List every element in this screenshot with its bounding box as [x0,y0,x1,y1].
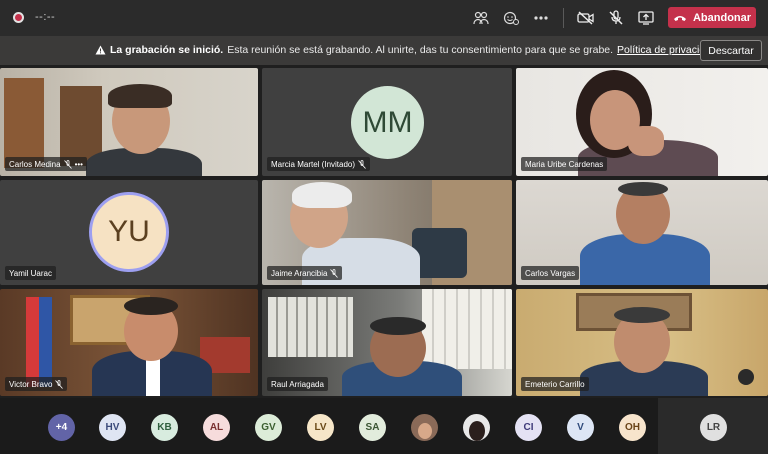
share-screen-icon[interactable] [635,7,657,29]
roster-avatar[interactable]: GV [255,414,282,441]
roster-avatar[interactable]: CI [515,414,542,441]
video-tile-maria-uribe[interactable]: Maria Uribe Cardenas [516,68,768,176]
roster-avatar[interactable]: SA [359,414,386,441]
video-tile-yamil-uarac[interactable]: YU Yamil Uarac [0,180,258,285]
camera-off-icon[interactable] [575,7,597,29]
more-icon[interactable] [530,7,552,29]
dismiss-button[interactable]: Descartar [700,40,762,61]
mic-off-icon [358,159,366,169]
banner-message: Esta reunión se está grabando. Al unirte… [227,44,614,56]
avatar: YU [89,192,169,272]
people-icon[interactable] [470,7,492,29]
mic-off-icon[interactable] [605,7,627,29]
roster-avatar[interactable]: AL [203,414,230,441]
participant-name-tag: Carlos Medina ••• [5,157,87,171]
leave-label: Abandonar [692,11,752,24]
recording-indicator-icon [13,12,24,23]
participant-name-tag: Carlos Vargas [521,266,580,280]
video-tile-marcia-martel[interactable]: MM Marcia Martel (Invitado) [262,68,512,176]
roster-avatar[interactable]: HV [99,414,126,441]
chair-background [412,228,467,278]
video-tile-emeterio-carrillo[interactable]: Emeterio Carrillo [516,289,768,396]
mic-off-icon [63,159,72,169]
participant-name-tag: Marcia Martel (Invitado) [267,157,371,171]
roster-avatar[interactable]: V [567,414,594,441]
participant-more-icon[interactable]: ••• [75,160,83,169]
roster-avatar[interactable]: KB [151,414,178,441]
participant-name-tag: Emeterio Carrillo [521,377,589,391]
binders-background [268,297,353,357]
banner-title: La grabación se inició. [110,44,224,56]
roster-avatar[interactable]: OH [619,414,646,441]
banner-text: La grabación se inició. Esta reunión se … [95,44,717,56]
warning-icon [95,45,106,55]
leave-button[interactable]: Abandonar [668,7,756,28]
roster-photo-avatar[interactable] [411,414,438,441]
mic-off-icon [55,379,64,389]
flag-background [26,297,52,387]
mic-off-icon [330,268,339,278]
self-avatar[interactable]: LR [700,414,727,441]
roster-avatar[interactable]: LV [307,414,334,441]
meeting-toolbar: --:-- Abandonar [0,0,768,36]
participant-name-tag: Jaime Arancibia [267,266,343,280]
roster-photo-avatar[interactable] [463,414,490,441]
participant-name-tag: Raul Arriagada [267,377,328,391]
avatar: MM [351,86,424,159]
toolbar-divider [563,8,564,28]
window-blinds-background [422,289,512,369]
recording-banner: La grabación se inició. Esta reunión se … [0,36,768,65]
participant-name-tag: Maria Uribe Cardenas [521,157,608,171]
object-background [738,369,754,385]
video-tile-carlos-vargas[interactable]: Carlos Vargas [516,180,768,285]
video-tile-raul-arriagada[interactable]: Raul Arriagada [262,289,512,396]
video-tile-carlos-medina[interactable]: Carlos Medina ••• [0,68,258,176]
meeting-timer: --:-- [35,11,56,23]
react-icon[interactable] [500,7,522,29]
participant-name-tag: Victor Bravo [5,377,68,391]
overflow-participants-button[interactable]: +4 [48,414,75,441]
participant-name-tag: Yamil Uarac [5,266,56,280]
phone-hangup-icon [673,15,686,21]
video-tile-jaime-arancibia[interactable]: Jaime Arancibia [262,180,512,285]
door-background [4,78,44,168]
video-tile-victor-bravo[interactable]: Victor Bravo [0,289,258,396]
